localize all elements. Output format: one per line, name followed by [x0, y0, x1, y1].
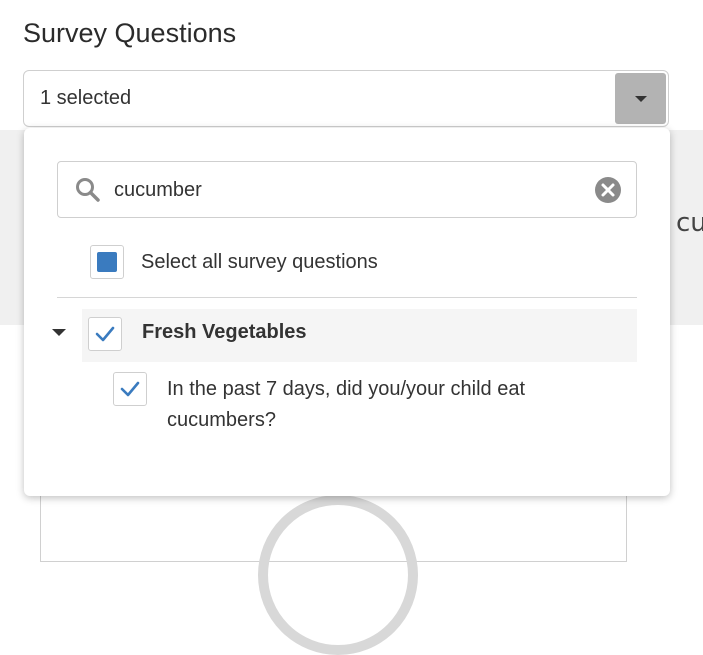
checkmark-icon	[95, 326, 115, 342]
search-input[interactable]	[114, 172, 584, 208]
checkmark-icon	[120, 381, 140, 397]
group-label: Fresh Vegetables	[142, 321, 307, 343]
dropdown-toggle-button[interactable]	[615, 73, 666, 124]
expand-toggle-icon[interactable]	[52, 329, 66, 336]
search-icon	[76, 178, 100, 202]
indeterminate-indicator	[97, 252, 117, 272]
background-chart-ring	[258, 495, 418, 655]
dropdown-panel: Select all survey questions Fresh Vegeta…	[24, 128, 670, 496]
select-value: 1 selected	[40, 87, 132, 109]
question-checkbox[interactable]	[113, 372, 147, 406]
select-all-option[interactable]: Select all survey questions	[90, 244, 378, 280]
page-title: Survey Questions	[23, 18, 237, 48]
question-label: In the past 7 days, did you/your child e…	[167, 378, 525, 431]
survey-questions-select[interactable]: 1 selected	[23, 70, 669, 127]
search-field[interactable]	[57, 161, 637, 218]
caret-down-icon	[634, 95, 647, 102]
select-all-label: Select all survey questions	[141, 250, 378, 273]
background-partial-text: cu	[676, 208, 703, 238]
divider	[57, 297, 637, 298]
group-checkbox[interactable]	[88, 317, 122, 351]
select-all-checkbox[interactable]	[90, 245, 124, 279]
clear-icon[interactable]	[594, 176, 622, 204]
